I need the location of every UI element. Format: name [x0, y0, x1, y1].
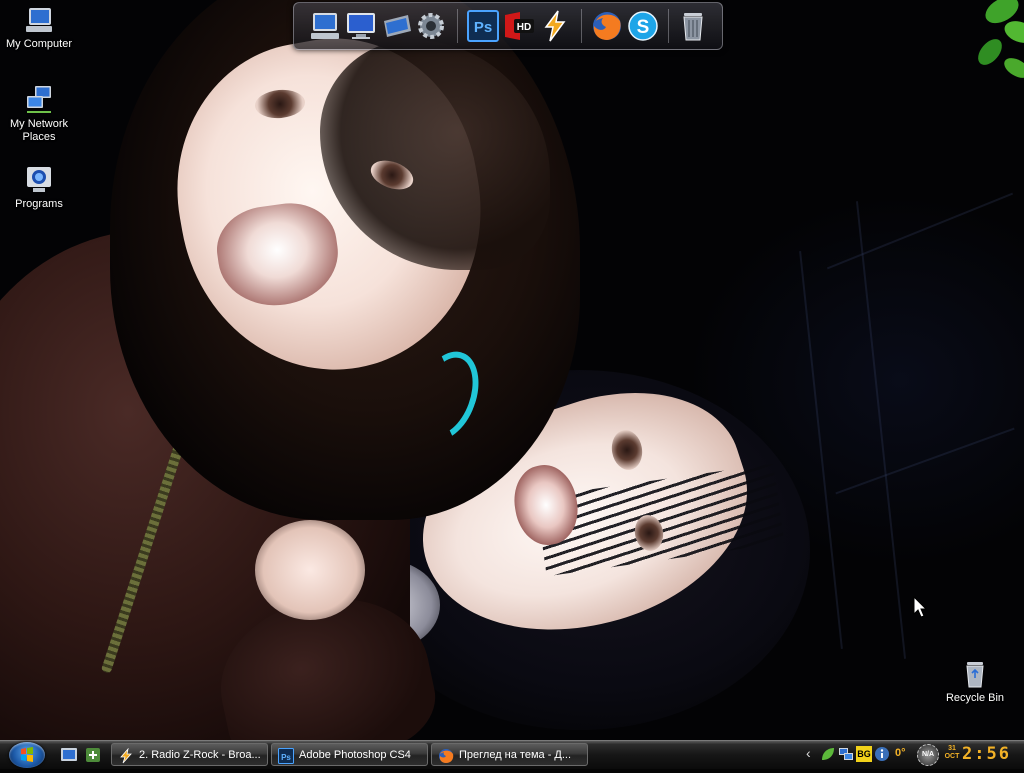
- programs-icon: [27, 167, 51, 192]
- photoshop-icon[interactable]: Ps: [466, 9, 500, 43]
- winamp-icon: [120, 748, 132, 764]
- svg-text:S: S: [637, 17, 650, 38]
- desktop-icon-label: Recycle Bin: [945, 692, 1005, 704]
- desktop-icon-network-places[interactable]: My Network Places: [0, 84, 78, 144]
- desktop-icon-label: My Network Places: [9, 118, 69, 143]
- quick-launch-icon[interactable]: [84, 746, 102, 764]
- trash-icon[interactable]: [676, 9, 710, 43]
- bg-keyboard-icon[interactable]: BG: [856, 746, 872, 762]
- my-computer-icon: [26, 8, 52, 32]
- show-desktop-icon[interactable]: [60, 746, 78, 764]
- winamp-icon[interactable]: [538, 9, 572, 43]
- monitor-icon[interactable]: [344, 9, 378, 43]
- skype-icon[interactable]: S: [626, 9, 660, 43]
- taskbar: 2. Radio Z-Rock - Broa... Ps Adobe Photo…: [0, 740, 1024, 769]
- mouse-cursor-icon: [913, 596, 928, 618]
- clock-day: 31: [948, 745, 956, 752]
- clock-date[interactable]: 31 OCT: [944, 745, 960, 761]
- my-computer-icon[interactable]: [308, 9, 342, 43]
- status-badge[interactable]: N/A: [917, 744, 939, 766]
- svg-text:Ps: Ps: [281, 753, 291, 762]
- dock-bar: Ps HD S: [293, 2, 723, 50]
- taskbar-button-label: 2. Radio Z-Rock - Broa...: [139, 749, 261, 761]
- taskbar-button-firefox[interactable]: Преглед на тема - Д...: [431, 743, 588, 766]
- clock-time[interactable]: 2:56: [962, 744, 1011, 764]
- svg-text:HD: HD: [517, 22, 531, 33]
- hd-video-icon[interactable]: HD: [502, 9, 536, 43]
- firefox-icon: [439, 749, 454, 763]
- taskbar-button-photoshop[interactable]: Ps Adobe Photoshop CS4: [271, 743, 428, 766]
- taskbar-button-label: Adobe Photoshop CS4: [299, 749, 411, 761]
- desktop-icon-programs[interactable]: Programs: [0, 164, 78, 211]
- desktop-icon-label: Programs: [15, 198, 63, 210]
- photoshop-icon: Ps: [278, 748, 294, 764]
- recycle-bin-icon: [966, 662, 984, 688]
- network-places-icon: [27, 86, 51, 113]
- desktop-icon-label: My Computer: [5, 38, 73, 50]
- desktop-icon-my-computer[interactable]: My Computer: [0, 4, 78, 51]
- taskbar-button-radio[interactable]: 2. Radio Z-Rock - Broa...: [111, 743, 268, 766]
- temperature-readout[interactable]: 0°: [895, 747, 906, 759]
- windows-start-orb-icon[interactable]: [9, 742, 45, 768]
- info-icon[interactable]: [874, 746, 890, 762]
- tray-expand-arrow-icon[interactable]: ‹: [806, 745, 811, 761]
- svg-text:Ps: Ps: [474, 19, 492, 36]
- desktop-icon-recycle-bin[interactable]: Recycle Bin: [936, 658, 1014, 705]
- firefox-icon[interactable]: [590, 9, 624, 43]
- network-icon[interactable]: [838, 746, 854, 762]
- settings-gear-icon[interactable]: [414, 9, 448, 43]
- folder-icon[interactable]: [380, 9, 414, 43]
- clock-month: OCT: [944, 753, 960, 760]
- desktop-wallpaper: [0, 0, 1024, 740]
- taskbar-button-label: Преглед на тема - Д...: [459, 749, 572, 761]
- leaf-icon[interactable]: [820, 746, 836, 762]
